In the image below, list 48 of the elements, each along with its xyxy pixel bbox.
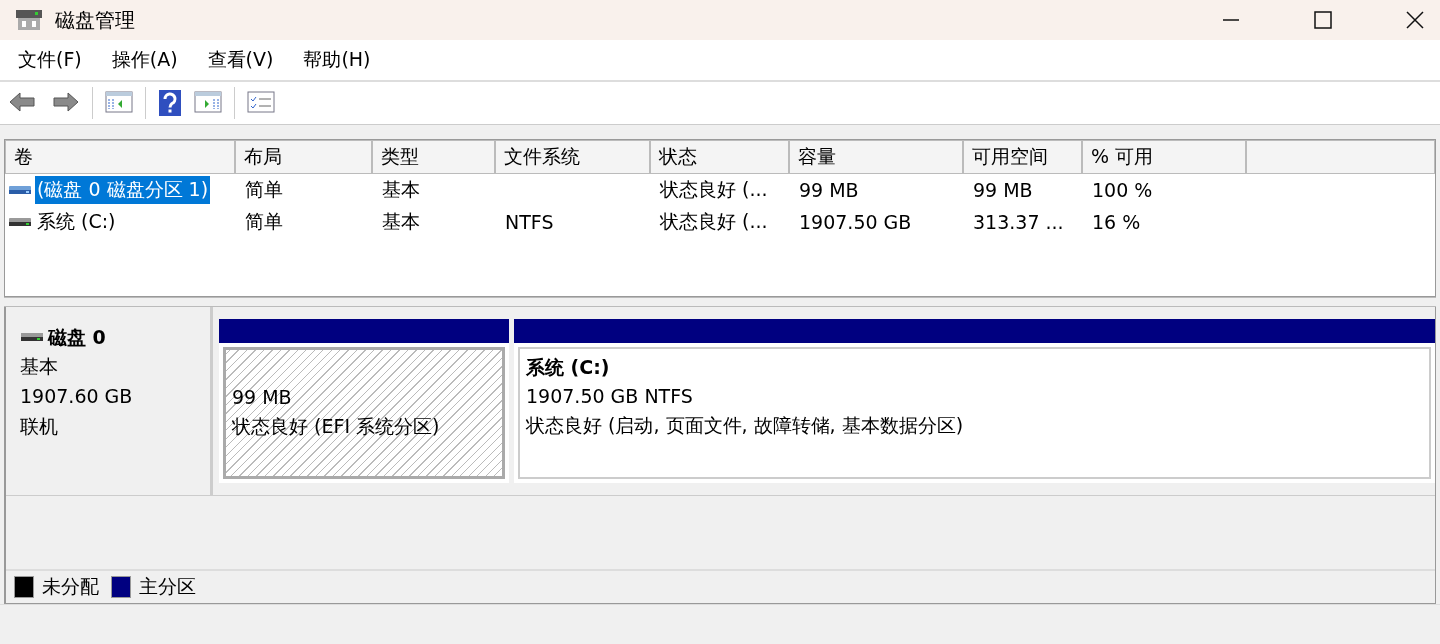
disk-status: 联机	[20, 414, 59, 439]
menu-item[interactable]: 文件(F)	[18, 47, 82, 73]
column-header[interactable]: 容量	[789, 140, 963, 174]
table-cell: 99 MB	[973, 179, 1033, 201]
volume-name[interactable]: (磁盘 0 磁盘分区 1)	[35, 176, 211, 204]
disk-info-panel[interactable]: 磁盘 0 基本 1907.60 GB 联机	[6, 307, 213, 495]
table-cell: 16 %	[1092, 211, 1141, 233]
partition-size: 99 MB	[232, 385, 293, 410]
partition-size: 1907.50 GB NTFS	[526, 384, 694, 409]
table-cell: 313.37 ...	[973, 211, 1064, 233]
table-cell-text: 状态良好 (...	[660, 177, 768, 202]
table-cell: NTFS	[505, 211, 554, 233]
legend-label: 未分配	[42, 574, 99, 599]
table-cell: 100 %	[1092, 179, 1153, 201]
menu-item[interactable]: 操作(A)	[111, 47, 178, 73]
disk-type: 基本	[20, 354, 59, 379]
window-pane-icon[interactable]	[105, 90, 133, 116]
column-header[interactable]: 状态	[650, 140, 789, 174]
table-cell-text: 状态良好 (...	[660, 209, 768, 234]
legend-label: 主分区	[139, 574, 196, 599]
table-cell-text: 基本	[382, 177, 420, 202]
menu-item[interactable]: 查看(V)	[207, 47, 274, 73]
help-icon[interactable]	[158, 90, 182, 116]
drive-icon	[20, 332, 44, 344]
menu-item[interactable]: 帮助(H)	[303, 47, 371, 73]
column-header[interactable]: 可用空间	[963, 140, 1082, 174]
table-cell-text: 简单	[245, 177, 283, 202]
column-header[interactable]: 卷	[5, 140, 235, 174]
disk-management-icon	[15, 7, 43, 33]
volume-name[interactable]: 系统 (C:)	[35, 208, 118, 236]
checklist-icon[interactable]	[247, 90, 275, 116]
table-cell-text: 简单	[245, 209, 283, 234]
column-header[interactable]: 文件系统	[495, 140, 650, 174]
column-header[interactable]: 布局	[235, 140, 372, 174]
table-cell: 99 MB	[799, 179, 859, 201]
disk-name: 磁盘 0	[48, 325, 106, 350]
partition-block[interactable]: 99 MB 状态良好 (EFI 系统分区)	[223, 347, 505, 479]
partition-status: 状态良好 (EFI 系统分区)	[232, 414, 441, 439]
partition-label: 系统 (C:)	[526, 355, 611, 380]
column-header[interactable]: 类型	[372, 140, 495, 174]
table-cell-text: 基本	[382, 209, 420, 234]
partition-status: 状态良好 (启动, 页面文件, 故障转储, 基本数据分区)	[526, 413, 965, 438]
table-cell: 1907.50 GB	[799, 211, 912, 233]
disk-size: 1907.60 GB	[20, 384, 134, 409]
partition-block[interactable]: 系统 (C:) 1907.50 GB NTFS 状态良好 (启动, 页面文件, 故障转储, 基本数据分区)	[518, 347, 1431, 479]
column-header[interactable]: % 可用	[1082, 140, 1246, 174]
window-pane-icon[interactable]	[194, 90, 222, 116]
window-title: 磁盘管理	[55, 6, 135, 34]
